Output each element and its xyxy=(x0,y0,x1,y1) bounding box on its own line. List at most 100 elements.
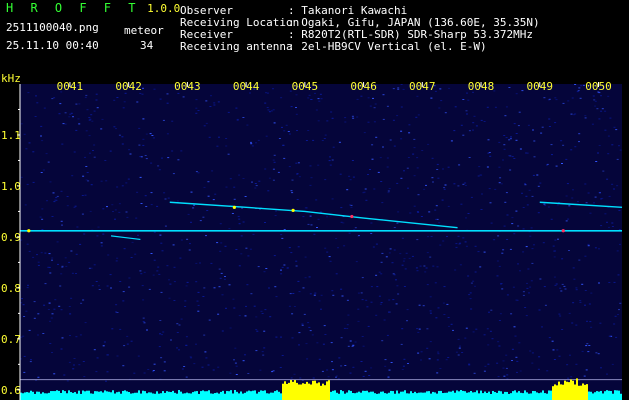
activity-column xyxy=(378,393,380,400)
noise-speck xyxy=(275,336,278,338)
noise-speck xyxy=(584,255,587,257)
noise-speck xyxy=(221,294,224,296)
noise-speck xyxy=(255,329,258,331)
noise-speck xyxy=(167,197,170,199)
noise-speck xyxy=(43,304,46,306)
noise-speck xyxy=(597,152,599,154)
noise-speck xyxy=(445,359,448,361)
noise-speck xyxy=(34,116,37,117)
noise-speck xyxy=(150,192,153,194)
noise-speck xyxy=(364,370,367,372)
noise-speck xyxy=(301,323,304,325)
noise-speck xyxy=(462,99,465,100)
noise-speck xyxy=(367,325,370,327)
noise-speck xyxy=(106,354,109,356)
noise-speck xyxy=(348,232,351,234)
noise-speck xyxy=(352,117,355,119)
noise-speck xyxy=(238,174,241,176)
activity-column xyxy=(300,384,302,400)
noise-speck xyxy=(510,313,513,315)
noise-speck xyxy=(238,265,241,267)
y-axis-label: kHz xyxy=(1,72,21,85)
x-tick-label: 0050 xyxy=(585,80,612,93)
noise-speck xyxy=(203,287,206,289)
noise-speck xyxy=(40,252,43,254)
noise-speck xyxy=(519,370,522,372)
noise-speck xyxy=(105,380,107,382)
noise-speck xyxy=(280,97,283,99)
noise-speck xyxy=(596,108,599,110)
noise-speck xyxy=(186,238,189,240)
noise-speck xyxy=(217,101,220,103)
noise-speck xyxy=(361,299,364,301)
noise-speck xyxy=(88,117,91,118)
noise-speck xyxy=(60,220,63,222)
noise-speck xyxy=(587,245,590,247)
noise-speck xyxy=(288,133,291,135)
noise-speck xyxy=(457,235,460,237)
noise-speck xyxy=(363,132,366,134)
noise-speck xyxy=(23,316,26,317)
noise-speck xyxy=(210,262,213,264)
noise-speck xyxy=(328,160,331,162)
noise-speck xyxy=(260,310,263,312)
noise-speck xyxy=(144,195,147,197)
noise-speck xyxy=(458,347,461,349)
noise-speck xyxy=(95,93,98,95)
noise-speck xyxy=(609,117,612,119)
noise-speck xyxy=(151,135,154,136)
noise-speck xyxy=(140,203,143,204)
noise-speck xyxy=(326,120,329,122)
activity-column xyxy=(510,393,512,400)
activity-column xyxy=(462,390,464,400)
noise-speck xyxy=(458,164,461,166)
noise-speck xyxy=(86,109,89,111)
noise-speck xyxy=(553,276,556,278)
noise-speck xyxy=(236,118,239,120)
noise-speck xyxy=(306,358,309,360)
noise-speck xyxy=(281,355,284,356)
noise-speck xyxy=(494,106,497,108)
noise-speck xyxy=(205,357,208,359)
noise-speck xyxy=(581,283,584,285)
noise-speck xyxy=(164,225,167,227)
noise-speck xyxy=(203,125,206,127)
activity-column xyxy=(570,379,572,400)
noise-speck xyxy=(587,192,590,194)
activity-column xyxy=(438,390,440,400)
noise-speck xyxy=(288,166,291,168)
noise-speck xyxy=(618,229,621,231)
activity-column xyxy=(88,390,90,400)
noise-speck xyxy=(238,218,241,220)
noise-speck xyxy=(101,118,104,120)
noise-speck xyxy=(126,335,129,337)
noise-speck xyxy=(505,367,508,369)
activity-column xyxy=(264,390,266,400)
noise-speck xyxy=(498,345,501,347)
noise-speck xyxy=(498,166,501,168)
activity-column xyxy=(140,393,142,400)
noise-speck xyxy=(565,220,568,222)
noise-speck xyxy=(290,377,293,379)
noise-speck xyxy=(100,180,103,182)
noise-speck xyxy=(328,256,331,258)
noise-speck xyxy=(56,195,59,197)
activity-column xyxy=(328,380,330,400)
noise-speck xyxy=(351,160,354,161)
noise-speck xyxy=(513,158,516,159)
noise-speck xyxy=(510,136,512,138)
noise-speck xyxy=(95,281,98,282)
noise-speck xyxy=(448,325,450,327)
noise-speck xyxy=(371,158,374,160)
noise-speck xyxy=(125,211,128,213)
noise-speck xyxy=(145,158,148,160)
noise-speck xyxy=(417,331,420,333)
noise-speck xyxy=(153,259,156,261)
noise-speck xyxy=(69,113,72,115)
noise-speck xyxy=(84,156,86,158)
noise-speck xyxy=(366,306,369,308)
noise-speck xyxy=(199,220,202,222)
noise-speck xyxy=(595,161,598,162)
noise-speck xyxy=(403,170,405,172)
noise-speck xyxy=(261,351,264,353)
